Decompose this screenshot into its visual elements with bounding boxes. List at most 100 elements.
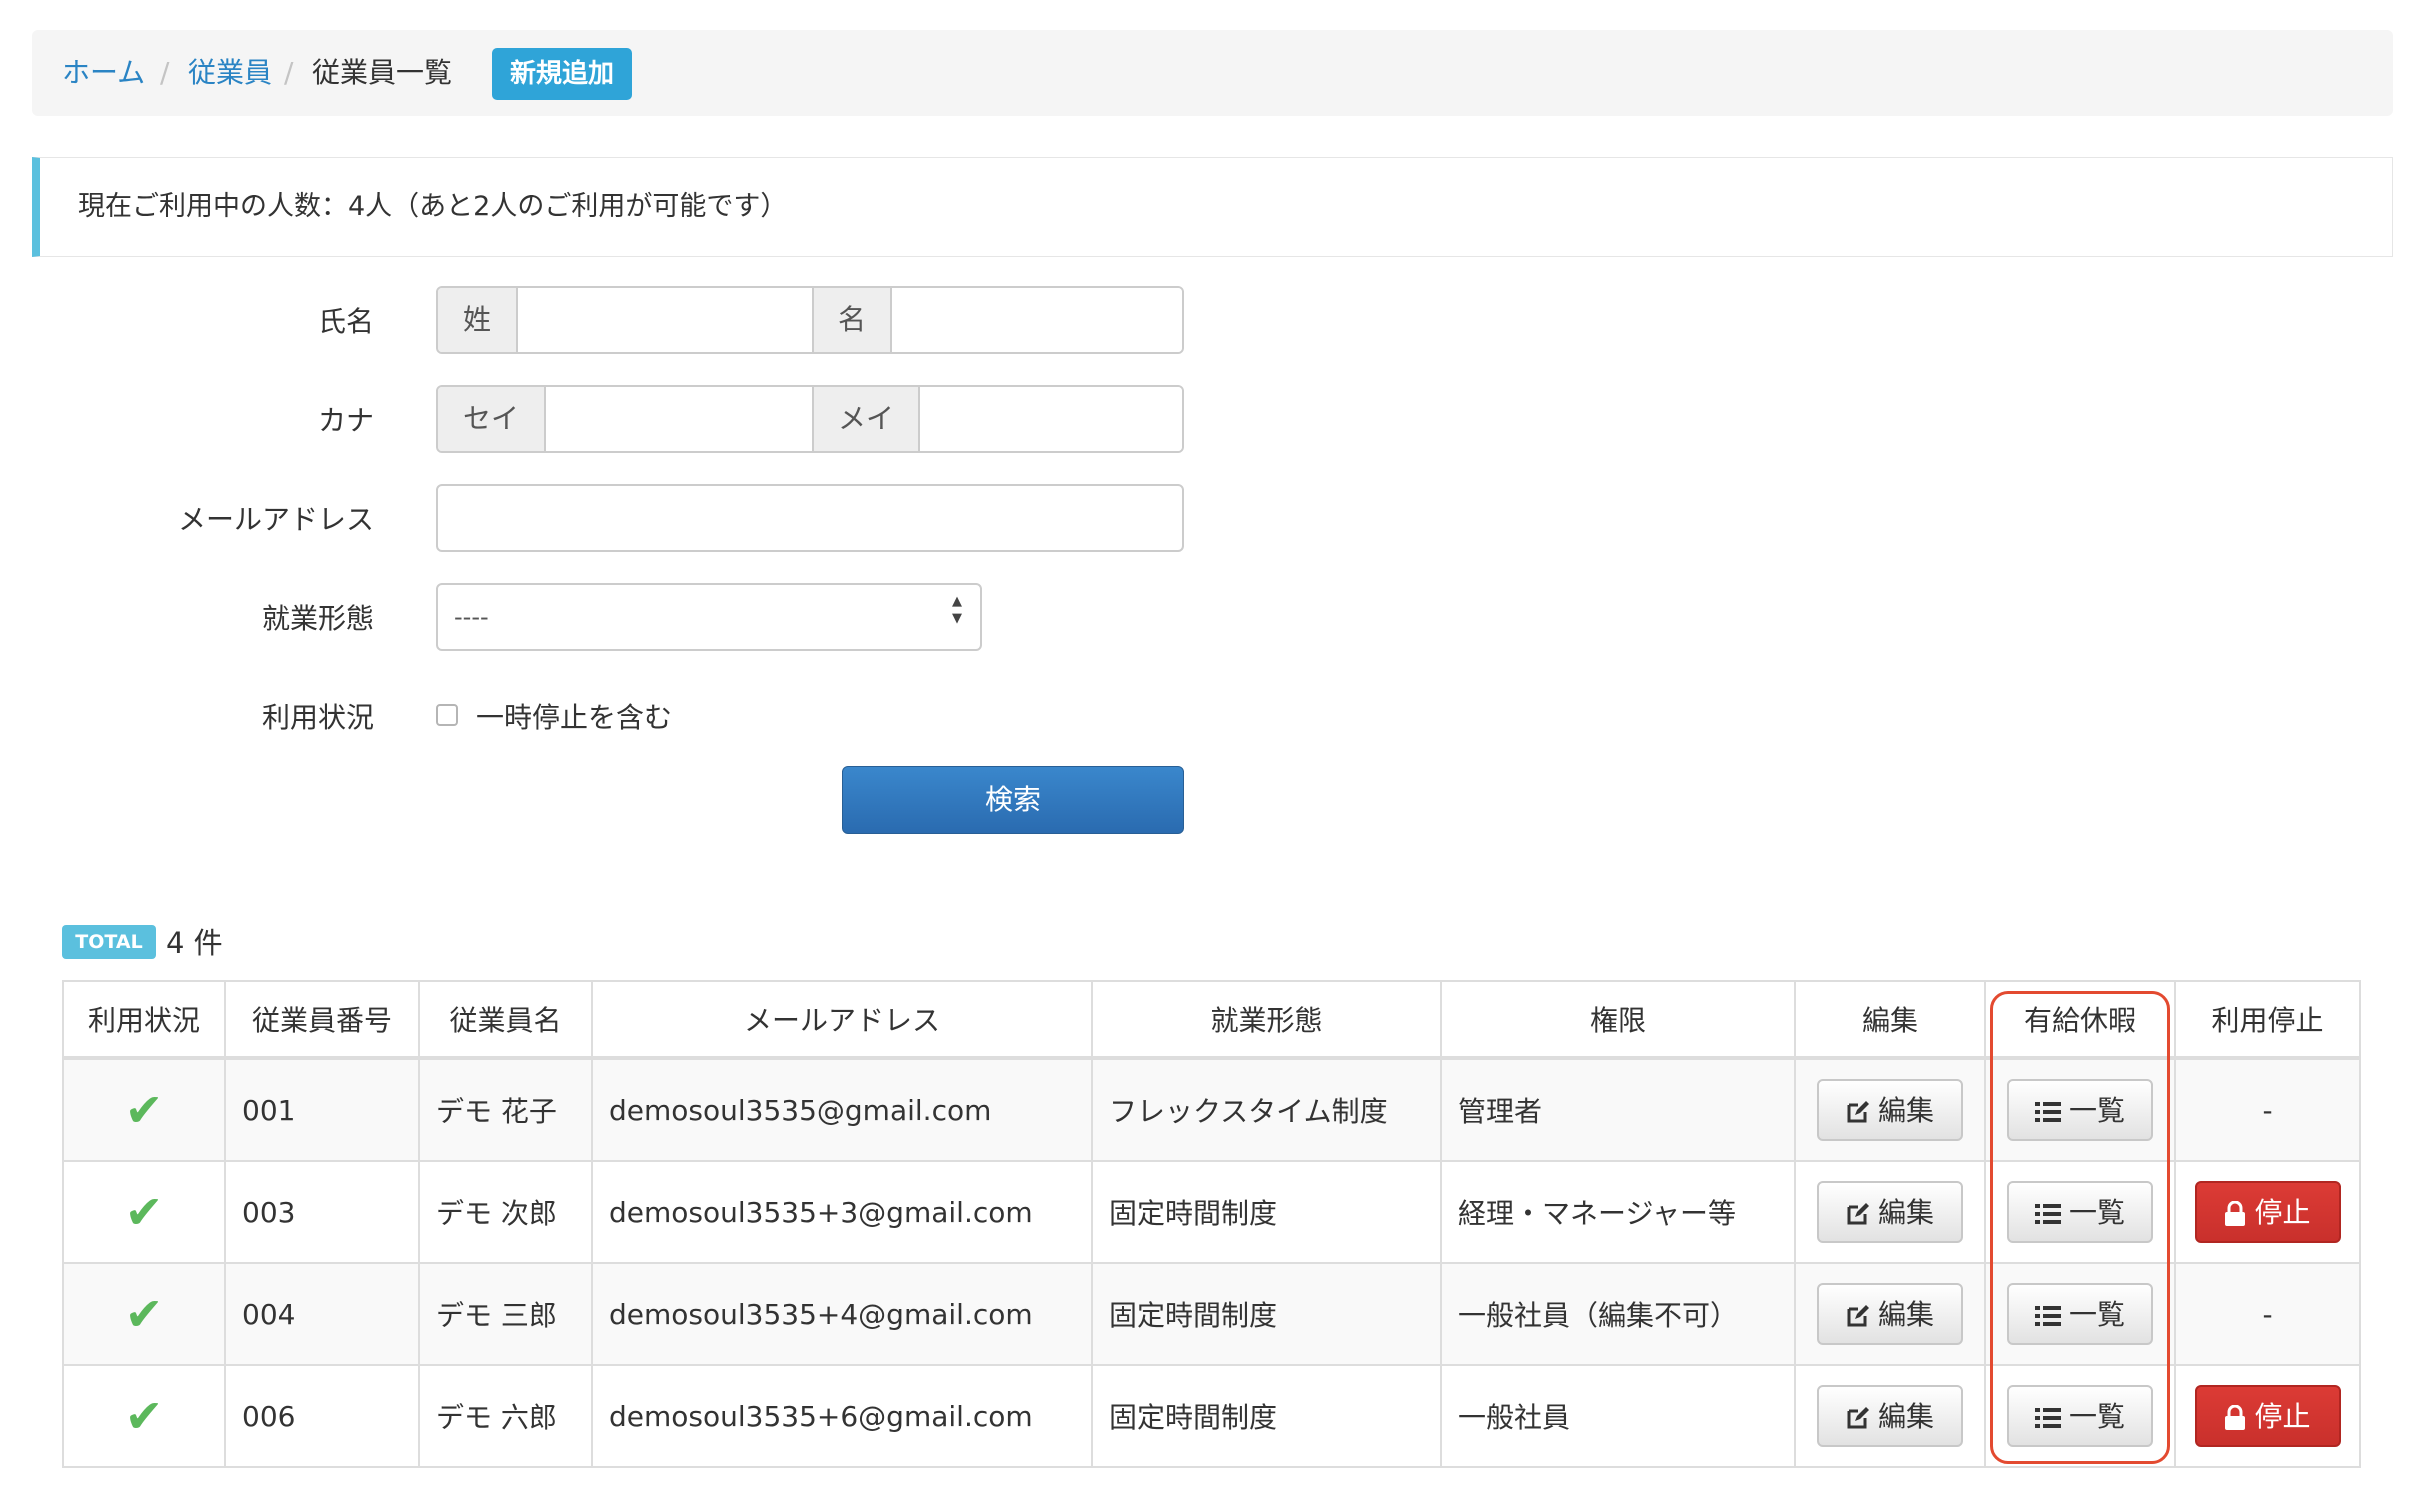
suspend-button[interactable]: 停止 — [2194, 1385, 2341, 1447]
edit-button-label: 編集 — [1877, 1400, 1934, 1433]
status-label: 利用状況 — [261, 701, 374, 734]
suspend-button-label: 停止 — [2254, 1400, 2311, 1433]
check-icon: ✔ — [124, 1185, 164, 1239]
table-row: ✔ 004 デモ 三郎 demosoul3535+4@gmail.com 固定時… — [62, 1262, 2361, 1366]
breadcrumb: ホーム / 従業員 / 従業員一覧 新規追加 — [32, 30, 2393, 116]
edit-button-label: 編集 — [1877, 1094, 1934, 1127]
edit-button[interactable]: 編集 — [1817, 1283, 1963, 1345]
check-icon: ✔ — [124, 1389, 164, 1443]
column-header: 就業形態 — [1091, 980, 1442, 1059]
employee-email: demosoul3535+3@gmail.com — [591, 1160, 1093, 1264]
leave-list-label: 一覧 — [2068, 1298, 2125, 1331]
search-button[interactable]: 検索 — [842, 766, 1184, 834]
edit-icon — [1847, 1101, 1869, 1123]
employee-email: demosoul3535+6@gmail.com — [591, 1364, 1093, 1468]
name-input-group: 姓 名 — [436, 286, 1184, 354]
employee-number: 001 — [224, 1057, 420, 1162]
employee-role: 一般社員（編集不可） — [1440, 1262, 1796, 1366]
employee-number: 006 — [224, 1364, 420, 1468]
employee-table: 利用状況 従業員番号 従業員名 メールアドレス 就業形態 権限 編集 有給休暇 … — [62, 980, 2361, 1468]
email-label: メールアドレス — [177, 503, 374, 536]
column-header: 有給休暇 — [1984, 980, 2176, 1059]
table-row: ✔ 001 デモ 花子 demosoul3535@gmail.com フレックス… — [62, 1057, 2361, 1162]
first-kana-input[interactable] — [920, 387, 1182, 451]
employee-name: デモ 三郎 — [418, 1262, 593, 1366]
usage-info-text: 現在ご利用中の人数：4人（あと2人のご利用が可能です） — [78, 191, 788, 222]
column-header: 利用状況 — [62, 980, 226, 1059]
column-header: 利用停止 — [2174, 980, 2361, 1059]
employment-label: 就業形態 — [261, 602, 374, 635]
include-suspended-label[interactable]: 一時停止を含む — [476, 696, 672, 736]
first-name-addon: 名 — [812, 288, 892, 352]
edit-button[interactable]: 編集 — [1817, 1181, 1963, 1243]
first-name-input[interactable] — [892, 288, 1182, 352]
suspend-placeholder: - — [2174, 1057, 2361, 1162]
last-name-addon: 姓 — [438, 288, 518, 352]
employee-email: demosoul3535@gmail.com — [591, 1057, 1093, 1162]
leave-list-button[interactable]: 一覧 — [2007, 1385, 2153, 1447]
employee-role: 管理者 — [1440, 1057, 1796, 1162]
lock-icon — [2225, 1201, 2246, 1226]
employment-select[interactable]: ---- ▲ ▼ — [436, 583, 982, 651]
column-header: 従業員名 — [418, 980, 593, 1059]
list-icon — [2034, 1306, 2061, 1326]
column-header: 権限 — [1440, 980, 1796, 1059]
edit-button-label: 編集 — [1877, 1196, 1934, 1229]
breadcrumb-separator: / — [160, 56, 170, 89]
breadcrumb-home-link[interactable]: ホーム — [62, 30, 145, 116]
last-kana-addon: セイ — [438, 387, 546, 451]
employee-role: 一般社員 — [1440, 1364, 1796, 1468]
suspend-button-label: 停止 — [2254, 1196, 2311, 1229]
column-header: 編集 — [1794, 980, 1986, 1059]
email-input[interactable] — [436, 484, 1184, 552]
kana-input-group: セイ メイ — [436, 385, 1184, 453]
lock-icon — [2225, 1405, 2246, 1430]
check-icon: ✔ — [124, 1083, 164, 1137]
edit-icon — [1847, 1407, 1869, 1429]
employment-type: 固定時間制度 — [1091, 1364, 1442, 1468]
leave-list-button[interactable]: 一覧 — [2007, 1283, 2153, 1345]
check-icon: ✔ — [124, 1287, 164, 1341]
suspend-placeholder: - — [2174, 1262, 2361, 1366]
leave-list-label: 一覧 — [2068, 1400, 2125, 1433]
leave-list-button[interactable]: 一覧 — [2007, 1181, 2153, 1243]
column-header: 従業員番号 — [224, 980, 420, 1059]
list-icon — [2034, 1102, 2061, 1122]
edit-button-label: 編集 — [1877, 1298, 1934, 1331]
list-icon — [2034, 1408, 2061, 1428]
employee-name: デモ 六郎 — [418, 1364, 593, 1468]
employee-number: 003 — [224, 1160, 420, 1264]
total-badge: TOTAL — [62, 925, 156, 959]
employee-number: 004 — [224, 1262, 420, 1366]
include-suspended-checkbox[interactable] — [436, 704, 458, 726]
total-count: 4 件 — [166, 926, 223, 960]
employment-type: 固定時間制度 — [1091, 1262, 1442, 1366]
employee-email: demosoul3535+4@gmail.com — [591, 1262, 1093, 1366]
leave-list-label: 一覧 — [2068, 1094, 2125, 1127]
employment-type: フレックスタイム制度 — [1091, 1057, 1442, 1162]
select-arrows-icon: ▲ ▼ — [952, 594, 962, 626]
list-icon — [2034, 1204, 2061, 1224]
leave-list-button[interactable]: 一覧 — [2007, 1079, 2153, 1141]
new-employee-button[interactable]: 新規追加 — [492, 48, 632, 100]
edit-icon — [1847, 1305, 1869, 1327]
first-kana-addon: メイ — [812, 387, 920, 451]
breadcrumb-employees-link[interactable]: 従業員 — [188, 30, 272, 116]
last-name-input[interactable] — [518, 288, 812, 352]
employment-type: 固定時間制度 — [1091, 1160, 1442, 1264]
kana-label: カナ — [317, 404, 374, 437]
edit-button[interactable]: 編集 — [1817, 1079, 1963, 1141]
column-header: メールアドレス — [591, 980, 1093, 1059]
table-header-row: 利用状況 従業員番号 従業員名 メールアドレス 就業形態 権限 編集 有給休暇 … — [62, 980, 2361, 1059]
employment-select-value: ---- — [454, 603, 489, 631]
name-label: 氏名 — [317, 305, 374, 338]
employee-name: デモ 次郎 — [418, 1160, 593, 1264]
breadcrumb-current: 従業員一覧 — [312, 56, 453, 89]
suspend-button[interactable]: 停止 — [2194, 1181, 2341, 1243]
edit-button[interactable]: 編集 — [1817, 1385, 1963, 1447]
last-kana-input[interactable] — [546, 387, 812, 451]
leave-list-label: 一覧 — [2068, 1196, 2125, 1229]
table-row: ✔ 003 デモ 次郎 demosoul3535+3@gmail.com 固定時… — [62, 1160, 2361, 1264]
edit-icon — [1847, 1203, 1869, 1225]
breadcrumb-separator: / — [284, 56, 294, 89]
